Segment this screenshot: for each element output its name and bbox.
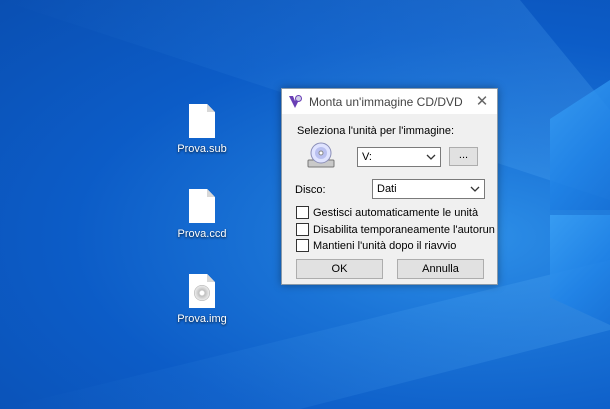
checkbox-label: Disabilita temporaneamente l'autorun	[313, 223, 495, 236]
disc-type-value: Dati	[377, 183, 397, 195]
chevron-down-icon	[426, 154, 436, 160]
ok-button[interactable]: OK	[296, 259, 383, 279]
checkbox-keep-drive-after-reboot[interactable]: Mantieni l'unità dopo il riavvio	[296, 239, 456, 252]
desktop-icon-label: Prova.img	[177, 313, 227, 325]
close-button[interactable]: ✕	[473, 93, 491, 111]
checkbox-label: Mantieni l'unità dopo il riavvio	[313, 239, 457, 252]
cancel-button[interactable]: Annulla	[397, 259, 484, 279]
mount-image-dialog: Monta un'immagine CD/DVD ✕ Seleziona l'u…	[281, 88, 498, 285]
checkbox-box[interactable]	[296, 223, 309, 236]
browse-button[interactable]: ...	[449, 147, 478, 166]
drive-select[interactable]: V:	[357, 147, 441, 167]
checkbox-auto-manage-drives[interactable]: Gestisci automaticamente le unità	[296, 206, 478, 219]
file-icon	[189, 104, 215, 138]
drive-prompt-label: Seleziona l'unità per l'immagine:	[297, 125, 455, 137]
app-icon	[289, 94, 302, 108]
file-icon	[189, 189, 215, 223]
checkbox-box[interactable]	[296, 206, 309, 219]
desktop-icon-prova-sub[interactable]: Prova.sub	[167, 104, 237, 155]
disc-type-select[interactable]: Dati	[372, 179, 485, 199]
disc-label: Disco:	[295, 184, 326, 196]
desktop-icon-label: Prova.sub	[177, 143, 227, 155]
cd-drive-icon	[307, 142, 335, 168]
desktop-icon-prova-ccd[interactable]: Prova.ccd	[167, 189, 237, 240]
desktop-icon-prova-img[interactable]: Prova.img	[167, 274, 237, 325]
dialog-titlebar[interactable]: Monta un'immagine CD/DVD ✕	[282, 89, 497, 114]
checkbox-box[interactable]	[296, 239, 309, 252]
drive-select-value: V:	[362, 151, 372, 163]
checkbox-disable-autorun[interactable]: Disabilita temporaneamente l'autorun	[296, 223, 495, 236]
desktop-icon-label: Prova.ccd	[177, 228, 227, 240]
dialog-title: Monta un'immagine CD/DVD	[309, 94, 463, 109]
disc-image-icon	[189, 274, 215, 308]
checkbox-label: Gestisci automaticamente le unità	[313, 206, 479, 219]
chevron-down-icon	[470, 186, 480, 192]
